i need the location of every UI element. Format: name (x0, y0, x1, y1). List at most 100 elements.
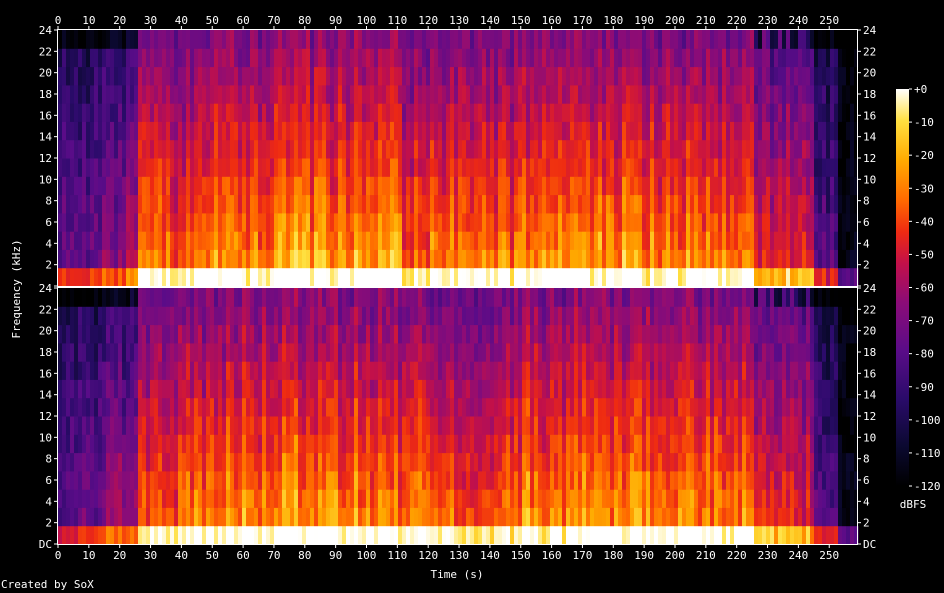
spectrogram-cell (830, 249, 835, 269)
spectrogram-cell (370, 249, 375, 269)
spectrogram-cell (598, 103, 603, 122)
spectrogram-cell (382, 66, 387, 86)
spectrogram-cell (358, 267, 363, 287)
spectrogram-cell (586, 139, 591, 159)
spectrogram-cell (362, 470, 367, 490)
spectrogram-cell (446, 212, 451, 232)
spectrogram-cell (442, 267, 447, 287)
spectrogram-cell (334, 267, 339, 287)
spectrogram-cell (138, 525, 143, 545)
spectrogram-cell (618, 267, 623, 287)
spectrogram-cell (482, 267, 487, 287)
spectrogram-cell (738, 176, 743, 196)
spectrogram-column (198, 30, 203, 287)
spectrogram-cell (530, 194, 535, 214)
spectrogram-cell (478, 139, 483, 159)
spectrogram-cell (462, 121, 467, 141)
spectrogram-cell (186, 212, 191, 232)
spectrogram-cell (314, 48, 319, 68)
spectrogram-cell (394, 489, 399, 508)
spectrogram-cell (126, 194, 131, 214)
spectrogram-cell (842, 194, 847, 214)
spectrogram-cell (350, 489, 355, 508)
spectrogram-cell (534, 434, 539, 454)
spectrogram-cell (698, 212, 703, 232)
spectrogram-cell (590, 139, 595, 159)
spectrogram-cell (570, 470, 575, 490)
spectrogram-cell (690, 139, 695, 159)
spectrogram-cell (514, 525, 519, 545)
spectrogram-cell (410, 194, 415, 214)
spectrogram-cell (218, 103, 223, 122)
spectrogram-cell (118, 194, 123, 214)
spectrogram-cell (738, 194, 743, 214)
spectrogram-cell (194, 470, 199, 490)
spectrogram-cell (306, 249, 311, 269)
spectrogram-cell (398, 416, 403, 435)
spectrogram-cell (86, 507, 91, 527)
spectrogram-cell (210, 306, 215, 326)
spectrogram-cell (458, 158, 463, 177)
spectrogram-cell (66, 452, 71, 472)
spectrogram-cell (758, 121, 763, 141)
spectrogram-cell (238, 306, 243, 326)
spectrogram-cell (550, 379, 555, 399)
spectrogram-cell (302, 507, 307, 527)
spectrogram-cell (534, 306, 539, 326)
spectrogram-cell (654, 212, 659, 232)
spectrogram-cell (194, 139, 199, 159)
spectrogram-cell (154, 139, 159, 159)
spectrogram-cell (386, 416, 391, 435)
spectrogram-cell (178, 452, 183, 472)
spectrogram-cell (610, 139, 615, 159)
spectrogram-cell (258, 397, 263, 417)
spectrogram-cell (242, 361, 247, 380)
spectrogram-column (218, 288, 223, 545)
spectrogram-cell (142, 489, 147, 508)
spectrogram-cell (346, 306, 351, 326)
spectrogram-cell (554, 288, 559, 307)
spectrogram-cell (58, 525, 63, 545)
spectrogram-cell (426, 66, 431, 86)
spectrogram-cell (306, 139, 311, 159)
spectrogram-cell (574, 507, 579, 527)
spectrogram-cell (502, 416, 507, 435)
spectrogram-cell (478, 525, 483, 545)
spectrogram-cell (510, 158, 515, 177)
spectrogram-cell (514, 507, 519, 527)
spectrogram-cell (410, 158, 415, 177)
spectrogram-column (382, 288, 387, 545)
spectrogram-cell (290, 288, 295, 307)
spectrogram-cell (602, 103, 607, 122)
spectrogram-cell (786, 158, 791, 177)
spectrogram-cell (294, 66, 299, 86)
spectrogram-cell (542, 66, 547, 86)
spectrogram-cell (330, 416, 335, 435)
spectrogram-cell (610, 267, 615, 287)
spectrogram-cell (330, 267, 335, 287)
spectrogram-cell (250, 525, 255, 545)
spectrogram-cell (386, 306, 391, 326)
spectrogram-cell (250, 342, 255, 362)
spectrogram-cell (306, 84, 311, 104)
spectrogram-cell (182, 249, 187, 269)
spectrogram-cell (262, 470, 267, 490)
spectrogram-cell (382, 103, 387, 122)
spectrogram-cell (474, 194, 479, 214)
spectrogram-cell (374, 231, 379, 250)
spectrogram-cell (386, 470, 391, 490)
spectrogram-cell (778, 66, 783, 86)
spectrogram-cell (750, 194, 755, 214)
spectrogram-cell (386, 361, 391, 380)
spectrogram-cell (378, 507, 383, 527)
spectrogram-cell (186, 397, 191, 417)
spectrogram-cell (526, 194, 531, 214)
spectrogram-cell (86, 379, 91, 399)
spectrogram-cell (498, 525, 503, 545)
spectrogram-cell (426, 288, 431, 307)
spectrogram-cell (374, 84, 379, 104)
spectrogram-cell (494, 194, 499, 214)
spectrogram-cell (362, 342, 367, 362)
spectrogram-cell (338, 212, 343, 232)
spectrogram-column (66, 30, 71, 287)
